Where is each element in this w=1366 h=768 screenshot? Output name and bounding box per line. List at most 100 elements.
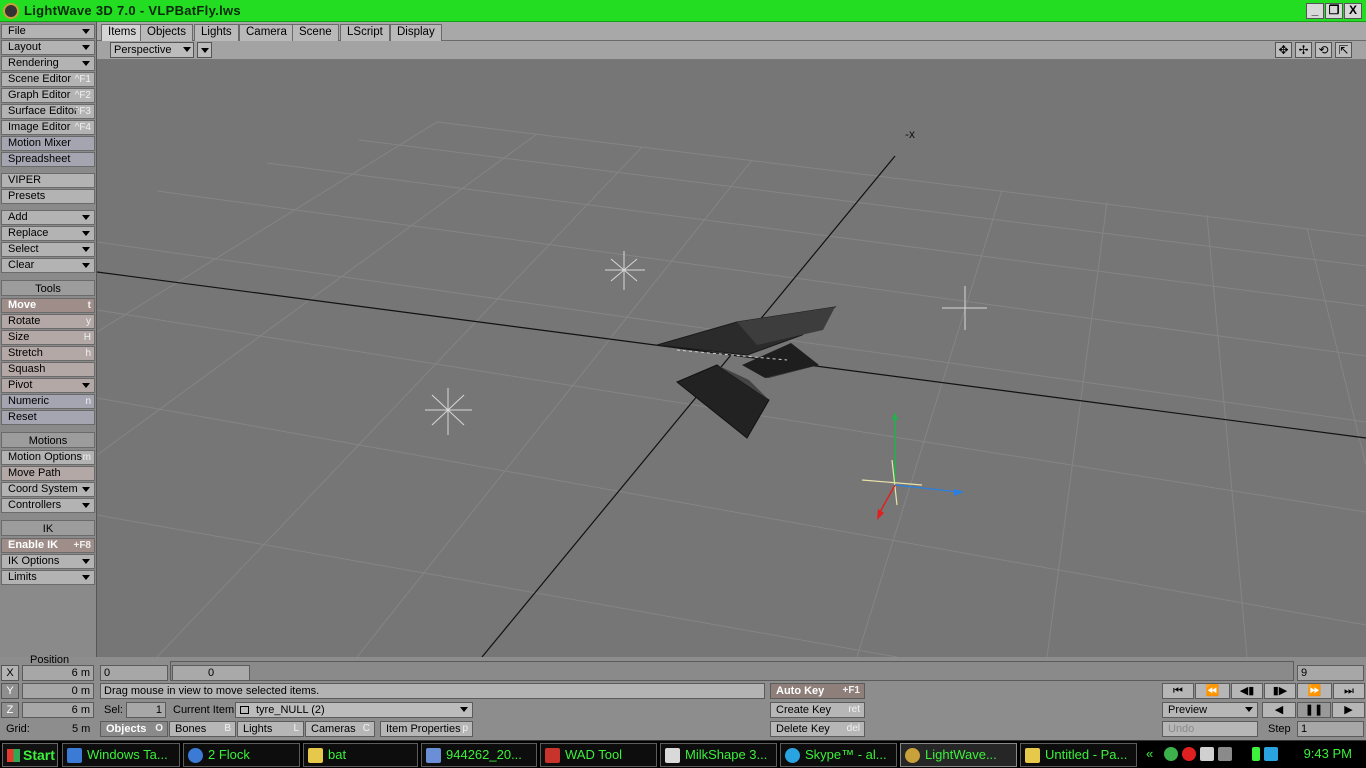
motion-options-button[interactable]: Motion Options m bbox=[1, 450, 95, 465]
prev-key-button[interactable]: ⏪ bbox=[1195, 683, 1230, 699]
motion-mixer-button[interactable]: Motion Mixer bbox=[1, 136, 95, 151]
current-item-dropdown[interactable]: tyre_NULL (2) bbox=[235, 702, 473, 718]
tool-reset[interactable]: Reset bbox=[1, 410, 95, 425]
move-view-icon[interactable]: ✥ bbox=[1275, 42, 1292, 58]
view-type-dropdown[interactable]: Perspective bbox=[110, 42, 194, 58]
minimize-button[interactable]: _ bbox=[1306, 3, 1324, 19]
menu-layout[interactable]: Layout bbox=[1, 40, 95, 55]
network-tray-icon[interactable] bbox=[1164, 747, 1178, 761]
z-axis-toggle[interactable]: Z bbox=[1, 702, 19, 718]
auto-key-button[interactable]: Auto Key +F1 bbox=[770, 683, 865, 699]
tool-stretch[interactable]: Stretch h bbox=[1, 346, 95, 361]
delete-key-button[interactable]: Delete Key del bbox=[770, 721, 865, 737]
timeline-track[interactable] bbox=[170, 661, 1294, 681]
tab-lights[interactable]: Lights bbox=[194, 24, 239, 41]
end-frame-field[interactable]: 9 bbox=[1297, 665, 1364, 681]
taskbar-item-bat[interactable]: bat bbox=[303, 743, 418, 767]
enable-ik-button[interactable]: Enable IK +F8 bbox=[1, 538, 95, 553]
close-button[interactable]: X bbox=[1344, 3, 1362, 19]
wifi-tray-icon[interactable] bbox=[1264, 747, 1278, 761]
tool-pivot[interactable]: Pivot bbox=[1, 378, 95, 393]
taskbar-item-image[interactable]: 944262_20... bbox=[421, 743, 537, 767]
start-frame-field[interactable]: 0 bbox=[100, 665, 168, 681]
create-key-button[interactable]: Create Key ret bbox=[770, 702, 865, 718]
volume-tray-icon[interactable] bbox=[1200, 747, 1214, 761]
limits-menu[interactable]: Limits bbox=[1, 570, 95, 585]
play-reverse-button[interactable]: ◀ bbox=[1262, 702, 1296, 718]
add-menu[interactable]: Add bbox=[1, 210, 95, 225]
pan-view-icon[interactable]: ✢ bbox=[1295, 42, 1312, 58]
tab-camera[interactable]: Camera bbox=[239, 24, 294, 41]
viper-button[interactable]: VIPER bbox=[1, 173, 95, 188]
surface-editor-button[interactable]: Surface Editor ^F3 bbox=[1, 104, 95, 119]
image-editor-button[interactable]: Image Editor ^F4 bbox=[1, 120, 95, 135]
next-frame-button[interactable]: ▮▶ bbox=[1264, 683, 1296, 699]
tab-display[interactable]: Display bbox=[390, 24, 442, 41]
select-menu[interactable]: Select bbox=[1, 242, 95, 257]
position-y-field[interactable]: 0 m bbox=[22, 683, 94, 699]
lightwave-app-icon[interactable] bbox=[3, 3, 19, 19]
controllers-menu[interactable]: Controllers bbox=[1, 498, 95, 513]
perspective-viewport[interactable]: -x bbox=[97, 60, 1366, 657]
restore-button[interactable]: ❐ bbox=[1325, 3, 1343, 19]
replace-menu[interactable]: Replace bbox=[1, 226, 95, 241]
taskbar-item-wad-tool[interactable]: WAD Tool bbox=[540, 743, 657, 767]
step-field[interactable]: 1 bbox=[1297, 721, 1364, 737]
timeline-slider[interactable]: 0 bbox=[172, 665, 250, 681]
mode-lights[interactable]: Lights L bbox=[237, 721, 304, 737]
last-frame-button[interactable]: ⏭ bbox=[1333, 683, 1365, 699]
bat-model[interactable] bbox=[656, 306, 837, 439]
tool-squash[interactable]: Squash bbox=[1, 362, 95, 377]
taskbar-item-skype[interactable]: Skype™ - al... bbox=[780, 743, 897, 767]
taskbar-item-lightwave[interactable]: LightWave... bbox=[900, 743, 1017, 767]
preview-dropdown[interactable]: Preview bbox=[1162, 702, 1258, 718]
prev-frame-button[interactable]: ◀▮ bbox=[1231, 683, 1263, 699]
mode-objects[interactable]: Objects O bbox=[100, 721, 168, 737]
pause-button[interactable]: ❚❚ bbox=[1297, 702, 1331, 718]
taskbar-item-windows-task[interactable]: Windows Ta... bbox=[62, 743, 180, 767]
ik-options-menu[interactable]: IK Options bbox=[1, 554, 95, 569]
tab-objects[interactable]: Objects bbox=[140, 24, 193, 41]
move-path-button[interactable]: Move Path bbox=[1, 466, 95, 481]
battery-tray-icon[interactable] bbox=[1252, 747, 1260, 761]
tool-numeric[interactable]: Numeric n bbox=[1, 394, 95, 409]
menu-file[interactable]: File bbox=[1, 24, 95, 39]
position-x-field[interactable]: 6 m bbox=[22, 665, 94, 681]
tab-items[interactable]: Items bbox=[101, 24, 144, 41]
null-marker-3[interactable] bbox=[425, 388, 472, 435]
taskbar-item-paint[interactable]: Untitled - Pa... bbox=[1020, 743, 1137, 767]
taskbar-item-flock[interactable]: 2 Flock bbox=[183, 743, 300, 767]
taskbar-item-milkshape[interactable]: MilkShape 3... bbox=[660, 743, 777, 767]
next-key-button[interactable]: ⏩ bbox=[1297, 683, 1332, 699]
start-button[interactable]: Start bbox=[2, 743, 58, 767]
scene-editor-button[interactable]: Scene Editor ^F1 bbox=[1, 72, 95, 87]
maximize-view-icon[interactable]: ⇱ bbox=[1335, 42, 1352, 58]
clear-menu[interactable]: Clear bbox=[1, 258, 95, 273]
graph-editor-button[interactable]: Graph Editor ^F2 bbox=[1, 88, 95, 103]
tool-move[interactable]: Move t bbox=[1, 298, 95, 313]
security-tray-icon[interactable] bbox=[1182, 747, 1196, 761]
mode-cameras[interactable]: Cameras C bbox=[305, 721, 375, 737]
x-axis-toggle[interactable]: X bbox=[1, 665, 19, 681]
coord-system-menu[interactable]: Coord System bbox=[1, 482, 95, 497]
rotate-view-icon[interactable]: ⟲ bbox=[1315, 42, 1332, 58]
view-options-dropdown[interactable] bbox=[197, 42, 212, 58]
tab-scene[interactable]: Scene bbox=[292, 24, 339, 41]
spreadsheet-button[interactable]: Spreadsheet bbox=[1, 152, 95, 167]
undo-button[interactable]: Undo bbox=[1162, 721, 1258, 737]
null-marker-2[interactable] bbox=[942, 286, 987, 330]
move-gizmo[interactable] bbox=[861, 412, 964, 520]
position-z-field[interactable]: 6 m bbox=[22, 702, 94, 718]
y-axis-toggle[interactable]: Y bbox=[1, 683, 19, 699]
tool-rotate[interactable]: Rotate y bbox=[1, 314, 95, 329]
display-tray-icon[interactable] bbox=[1218, 747, 1232, 761]
tool-size[interactable]: Size H bbox=[1, 330, 95, 345]
play-button[interactable]: ▶ bbox=[1332, 702, 1365, 718]
presets-button[interactable]: Presets bbox=[1, 189, 95, 204]
item-properties-button[interactable]: Item Properties p bbox=[380, 721, 473, 737]
first-frame-button[interactable]: ⏮ bbox=[1162, 683, 1194, 699]
menu-rendering[interactable]: Rendering bbox=[1, 56, 95, 71]
tray-expand-chevron[interactable]: « bbox=[1146, 746, 1153, 761]
mode-bones[interactable]: Bones B bbox=[169, 721, 236, 737]
tab-lscript[interactable]: LScript bbox=[340, 24, 390, 41]
